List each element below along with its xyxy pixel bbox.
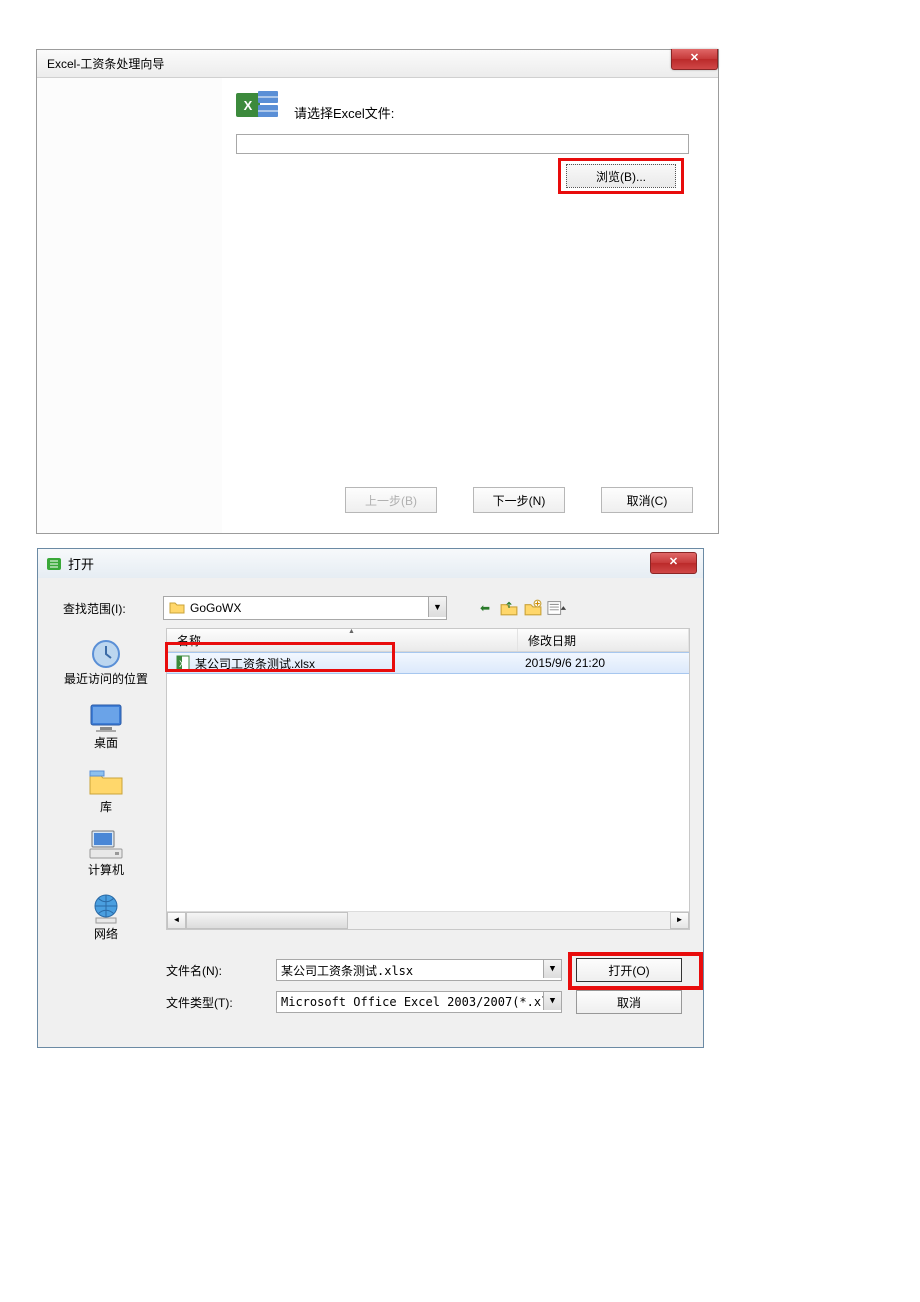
places-bar: 最近访问的位置 桌面 库 计算机: [56, 633, 156, 1036]
filename-input[interactable]: 某公司工资条测试.xlsx ▼: [276, 959, 562, 981]
place-libraries[interactable]: 库: [61, 765, 151, 815]
wizard-right-pane: X 请选择Excel文件: 浏览(B)... 上一步(B) 下一步(N) 取消(…: [222, 78, 718, 533]
new-folder-icon[interactable]: [523, 598, 543, 618]
desktop-icon: [86, 701, 126, 735]
scroll-right-icon[interactable]: ►: [670, 912, 689, 929]
folder-icon: [169, 600, 185, 616]
network-icon: [86, 892, 126, 926]
wizard-left-pane: [37, 78, 222, 533]
wizard-title: Excel-工资条处理向导: [37, 55, 164, 72]
file-path-input[interactable]: [236, 134, 689, 154]
column-name[interactable]: 名称 ▲: [167, 629, 518, 651]
filename-label: 文件名(N):: [166, 962, 276, 979]
app-icon: [46, 556, 62, 572]
chevron-down-icon[interactable]: ▼: [543, 960, 561, 978]
open-dialog: 打开 ✕ 查找范围(I): GoGoWX ▼ ⬅: [37, 548, 704, 1048]
excel-app-icon: X: [236, 91, 280, 121]
lookin-label: 查找范围(I):: [63, 600, 163, 617]
up-one-level-icon[interactable]: [499, 598, 519, 618]
toolbar-icons: ⬅: [475, 598, 567, 618]
open-button[interactable]: 打开(O): [576, 958, 682, 982]
lookin-select[interactable]: GoGoWX ▼: [163, 596, 447, 620]
prev-button: 上一步(B): [345, 487, 437, 513]
file-name: 某公司工资条测试.xlsx: [195, 655, 315, 672]
open-titlebar[interactable]: 打开 ✕: [38, 549, 703, 578]
libraries-icon: [86, 765, 126, 799]
next-button[interactable]: 下一步(N): [473, 487, 565, 513]
lookin-value: GoGoWX: [190, 601, 241, 615]
place-desktop[interactable]: 桌面: [61, 701, 151, 751]
filetype-label: 文件类型(T):: [166, 994, 276, 1011]
scroll-thumb[interactable]: [186, 912, 348, 929]
cancel-button[interactable]: 取消: [576, 990, 682, 1014]
open-title: 打开: [68, 554, 94, 573]
place-computer[interactable]: 计算机: [61, 828, 151, 878]
back-icon[interactable]: ⬅: [475, 598, 495, 618]
file-list-rows: X 某公司工资条测试.xlsx 2015/9/6 21:20: [167, 652, 689, 674]
horizontal-scrollbar[interactable]: ◄ ►: [167, 911, 689, 929]
close-icon[interactable]: ✕: [671, 49, 718, 70]
column-date[interactable]: 修改日期: [518, 629, 689, 651]
recent-icon: [86, 637, 126, 671]
computer-icon: [86, 828, 126, 862]
wizard-dialog: Excel-工资条处理向导 ✕ X 请选择Excel文件: 浏览(B)...: [36, 49, 719, 534]
chevron-down-icon[interactable]: ▼: [543, 992, 561, 1010]
file-row[interactable]: X 某公司工资条测试.xlsx 2015/9/6 21:20: [167, 652, 689, 674]
place-recent[interactable]: 最近访问的位置: [61, 637, 151, 687]
cancel-button[interactable]: 取消(C): [601, 487, 693, 513]
chevron-down-icon[interactable]: ▼: [428, 597, 446, 617]
close-icon[interactable]: ✕: [650, 552, 697, 574]
file-list-header[interactable]: 名称 ▲ 修改日期: [167, 629, 689, 652]
scroll-left-icon[interactable]: ◄: [167, 912, 186, 929]
wizard-button-row: 上一步(B) 下一步(N) 取消(C): [222, 487, 718, 513]
file-list[interactable]: 名称 ▲ 修改日期 X 某公司工资条测试.xlsx 2015/9/6 21:20: [166, 628, 690, 930]
bottom-fields: 文件名(N): 某公司工资条测试.xlsx ▼ 打开(O) 文件类型(T): M…: [166, 958, 690, 1022]
sort-asc-icon: ▲: [348, 628, 355, 635]
open-body: 查找范围(I): GoGoWX ▼ ⬅: [38, 578, 703, 1046]
file-date: 2015/9/6 21:20: [517, 656, 605, 670]
svg-text:X: X: [179, 659, 185, 669]
wizard-body: X 请选择Excel文件: 浏览(B)... 上一步(B) 下一步(N) 取消(…: [37, 78, 718, 533]
prompt-label: 请选择Excel文件:: [294, 103, 394, 122]
browse-button[interactable]: 浏览(B)...: [566, 164, 676, 188]
wizard-titlebar[interactable]: Excel-工资条处理向导 ✕: [37, 50, 718, 78]
filetype-select[interactable]: Microsoft Office Excel 2003/2007(*.xl ▼: [276, 991, 562, 1013]
place-network[interactable]: 网络: [61, 892, 151, 942]
lookin-row: 查找范围(I): GoGoWX ▼ ⬅: [63, 596, 688, 620]
excel-file-icon: X: [175, 655, 191, 671]
view-menu-icon[interactable]: [547, 598, 567, 618]
svg-text:X: X: [244, 98, 253, 113]
